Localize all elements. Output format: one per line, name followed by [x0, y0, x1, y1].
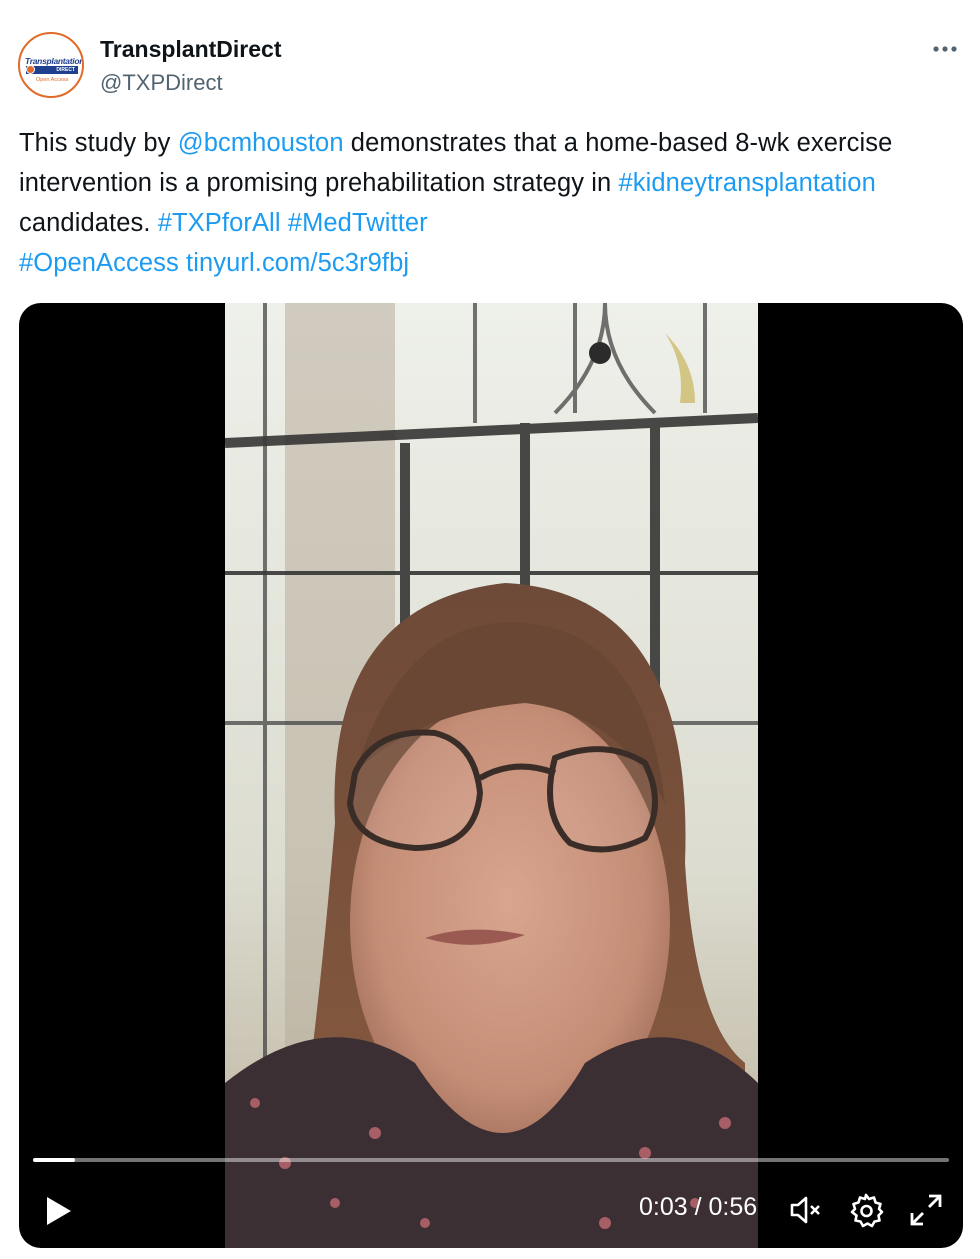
tweet-text: This study by @bcmhouston demonstrates t… [19, 123, 959, 283]
settings-button[interactable] [847, 1191, 885, 1229]
hashtag-link[interactable]: #kidneytransplantation [619, 169, 876, 197]
video-progress-fill [33, 1158, 76, 1162]
avatar-logo-bar-text: DIRECT [56, 67, 75, 73]
duration: 0:56 [708, 1193, 758, 1221]
author-name[interactable]: TransplantDirect [100, 36, 282, 63]
hashtag-link[interactable]: #MedTwitter [288, 209, 428, 237]
play-button[interactable] [37, 1191, 77, 1231]
video-time: 0:03 / 0:56 [639, 1193, 757, 1222]
play-icon [47, 1197, 71, 1225]
tweet-text-part: candidates. [19, 209, 158, 237]
tweet-text-part: This study by [19, 129, 178, 157]
hashtag-link[interactable]: #TXPforAll [158, 209, 281, 237]
more-options-button[interactable] [930, 34, 960, 64]
more-horizontal-icon [933, 46, 957, 52]
video-progress-bar[interactable] [33, 1158, 949, 1162]
time-separator: / [687, 1193, 709, 1221]
fullscreen-button[interactable] [907, 1191, 945, 1229]
avatar-logo-subtext: Open Access [36, 77, 69, 83]
mute-button[interactable] [787, 1191, 825, 1229]
tweet-text-space [179, 249, 186, 277]
gear-icon [850, 1193, 884, 1228]
video-frame [225, 303, 758, 1248]
fullscreen-icon [910, 1194, 942, 1226]
avatar-logo-dot [26, 65, 35, 74]
avatar[interactable]: Transplantation DIRECT Open Access [18, 32, 84, 98]
video-player[interactable]: 0:03 / 0:56 [19, 303, 963, 1248]
author-handle[interactable]: @TXPDirect [100, 70, 223, 96]
tweet-header: Transplantation DIRECT Open Access Trans… [18, 30, 962, 100]
avatar-logo-text: Transplantation [25, 56, 84, 66]
url-link[interactable]: tinyurl.com/5c3r9fbj [186, 249, 409, 277]
mention-link[interactable]: @bcmhouston [178, 129, 344, 157]
volume-muted-icon [790, 1196, 820, 1224]
current-time: 0:03 [639, 1193, 688, 1221]
hashtag-link[interactable]: #OpenAccess [19, 249, 179, 277]
video-frame-illustration [225, 303, 758, 1248]
tweet-text-space [281, 209, 288, 237]
